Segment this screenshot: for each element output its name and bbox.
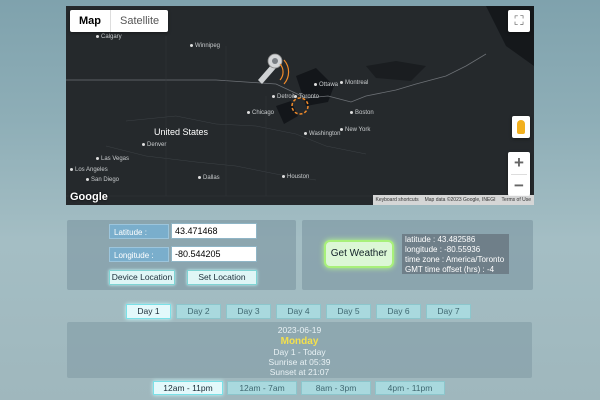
tab-time-day[interactable]: 8am - 3pm [301,381,371,395]
longitude-label: Longitude : [109,247,169,262]
tab-day-6[interactable]: Day 6 [376,304,421,319]
city-los-angeles: Los Angeles [70,167,108,173]
google-logo: Google [70,191,108,203]
city-las-vegas: Las Vegas [96,156,129,162]
tab-day-7[interactable]: Day 7 [426,304,471,319]
tab-day-4[interactable]: Day 4 [276,304,321,319]
city-montreal: Montreal [340,80,368,86]
info-latitude: latitude : 43.482586 [405,235,476,244]
city-dallas: Dallas [198,175,220,181]
city-calgary: Calgary [96,34,122,40]
map-type-control: Map Satellite [70,10,169,32]
latitude-label: Latitude : [109,224,169,239]
coordinates-panel: Latitude : Longitude : Device Location S… [67,220,296,290]
city-detroit: Detroit [272,94,295,100]
day-tabs: Day 1 Day 2 Day 3 Day 4 Day 5 Day 6 Day … [126,304,471,319]
zoom-in-button[interactable]: + [508,152,530,174]
set-location-button[interactable]: Set Location [187,270,257,285]
map-type-satellite[interactable]: Satellite [111,10,168,32]
info-gmt-offset: GMT time offset (hrs) : -4 [405,265,495,274]
day-weekday: Monday [280,336,319,347]
weather-panel: Get Weather latitude : 43.482586 longitu… [302,220,533,290]
tab-time-night[interactable]: 12am - 7am [227,381,297,395]
sunset-text: Sunset at 21:07 [269,367,330,377]
sunrise-text: Sunrise at 05:39 [268,357,331,367]
fullscreen-icon[interactable]: ⛶ [508,10,530,32]
tab-day-3[interactable]: Day 3 [226,304,271,319]
day-detail-panel: 2023-06-19 Monday Day 1 - Today Sunrise … [67,322,532,378]
city-new-york: New York [340,127,370,133]
tab-day-1[interactable]: Day 1 [126,304,171,319]
device-location-button[interactable]: Device Location [109,270,175,285]
city-toronto: Toronto [294,94,319,100]
map-view[interactable]: Calgary Winnipeg Ottawa Montreal Toronto… [66,6,534,205]
city-washington: Washington [304,131,340,137]
terms-link[interactable]: Terms of Use [502,197,531,203]
tab-time-all-day[interactable]: 12am - 11pm [153,381,223,395]
time-range-tabs: 12am - 11pm 12am - 7am 8am - 3pm 4pm - 1… [153,381,445,395]
info-timezone: time zone : America/Toronto [405,255,505,264]
day-label: Day 1 - Today [273,347,326,357]
city-chicago: Chicago [247,110,274,116]
country-united-states: United States [154,127,209,137]
latitude-input[interactable] [171,223,257,239]
tab-time-evening[interactable]: 4pm - 11pm [375,381,445,395]
city-winnipeg: Winnipeg [190,43,220,49]
longitude-input[interactable] [171,246,257,262]
city-boston: Boston [350,110,374,116]
tab-day-2[interactable]: Day 2 [176,304,221,319]
day-date: 2023-06-19 [277,325,322,335]
pegman-icon[interactable] [512,116,530,138]
zoom-out-button[interactable]: − [508,175,530,197]
get-weather-button[interactable]: Get Weather [324,240,394,268]
city-san-diego: San Diego [86,177,119,183]
city-ottawa: Ottawa [314,82,338,88]
map-data-text: Map data ©2023 Google, INEGI [424,197,496,203]
location-info-box: latitude : 43.482586 longitude : -80.559… [402,234,509,274]
info-longitude: longitude : -80.55936 [405,245,481,254]
keyboard-shortcuts-link[interactable]: Keyboard shortcuts [376,197,419,203]
city-denver: Denver [142,142,166,148]
tab-day-5[interactable]: Day 5 [326,304,371,319]
city-houston: Houston [282,174,309,180]
map-type-map[interactable]: Map [70,10,111,32]
map-attribution: Keyboard shortcuts Map data ©2023 Google… [372,195,534,205]
zoom-control: + − [508,152,530,196]
